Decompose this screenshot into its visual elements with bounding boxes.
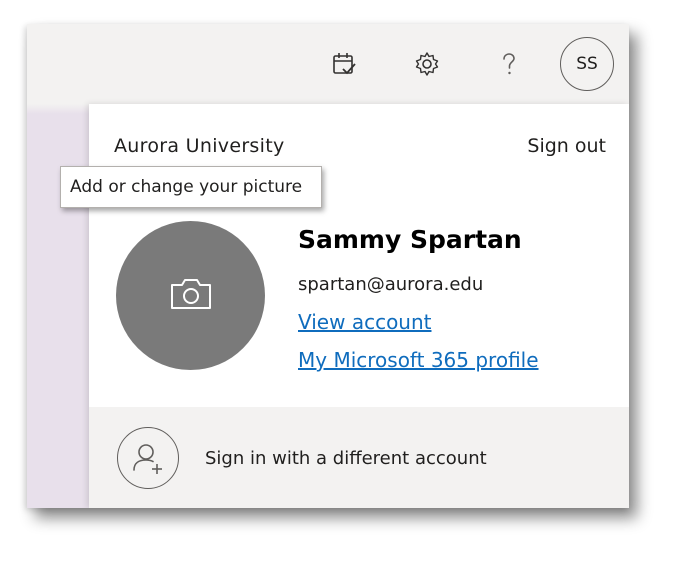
add-person-icon — [117, 427, 179, 489]
tooltip-text: Add or change your picture — [70, 177, 303, 197]
avatar-initials: SS — [576, 54, 598, 74]
organization-name: Aurora University — [114, 135, 285, 157]
microsoft-365-profile-link[interactable]: My Microsoft 365 profile — [298, 348, 539, 372]
account-manager-panel: Aurora University Sign out Sammy Spartan… — [89, 104, 629, 508]
sign-in-different-account-label: Sign in with a different account — [205, 448, 487, 469]
camera-icon — [168, 276, 214, 316]
change-picture-tooltip: Add or change your picture — [60, 166, 322, 208]
sign-in-different-account-button[interactable]: Sign in with a different account — [89, 407, 629, 508]
background-sidebar — [27, 104, 89, 508]
account-avatar-button[interactable]: SS — [560, 37, 614, 91]
calendar-check-icon[interactable] — [326, 46, 362, 82]
gear-icon[interactable] — [409, 46, 445, 82]
screenshot-frame: SS Aurora University Sign out Sammy Spar… — [27, 24, 629, 508]
view-account-link[interactable]: View account — [298, 310, 432, 334]
top-bar: SS — [27, 24, 629, 104]
sign-out-link[interactable]: Sign out — [527, 135, 606, 157]
profile-picture-button[interactable] — [116, 221, 265, 370]
user-display-name: Sammy Spartan — [298, 225, 522, 254]
user-email: spartan@aurora.edu — [298, 274, 484, 295]
help-icon[interactable] — [491, 46, 527, 82]
